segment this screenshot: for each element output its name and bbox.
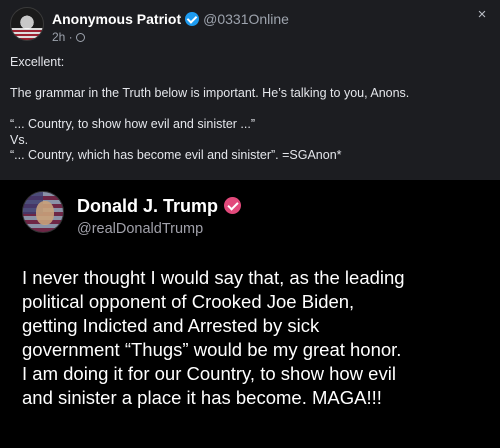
post-line: Vs. (10, 132, 29, 147)
post-header: Anonymous Patriot @0331Online 2h · × (10, 7, 490, 47)
truth-text: I never thought I would say that, as the… (22, 266, 492, 410)
post-line: “... Country, to show how evil and sinis… (10, 117, 256, 131)
truth-line: getting Indicted and Arrested by sick (22, 315, 320, 336)
truth-line: and sinister a place it has become. MAGA… (22, 387, 382, 408)
post-body: Excellent: The grammar in the Truth belo… (10, 55, 490, 164)
embedded-truth-image[interactable]: Donald J. Trump @realDonaldTrump I never… (0, 180, 500, 448)
globe-icon (75, 33, 85, 42)
social-post: Anonymous Patriot @0331Online 2h · × Exce… (0, 0, 500, 448)
truth-line: I never thought I would say that, as the… (22, 267, 405, 288)
truth-line: I am doing it for our Country, to show h… (22, 363, 396, 384)
post-line: “... Country, which has become evil and … (10, 148, 342, 162)
post-line: Excellent: (10, 55, 65, 69)
author-avatar[interactable] (10, 7, 44, 41)
truth-line: government “Thugs” would be my great hon… (22, 339, 402, 360)
verified-badge-icon (224, 197, 242, 214)
post-meta: 2h · (52, 30, 85, 44)
truth-line: political opponent of Crooked Joe Biden, (22, 291, 355, 312)
close-icon[interactable]: × (476, 7, 488, 22)
author-name[interactable]: Anonymous Patriot (52, 11, 181, 27)
truth-author-handle: @realDonaldTrump (77, 221, 204, 237)
post-time[interactable]: 2h · (52, 30, 73, 44)
verified-check-icon (185, 12, 200, 26)
author-name-row[interactable]: Anonymous Patriot @0331Online (52, 11, 289, 27)
truth-author-name-row: Donald J. Trump (77, 196, 242, 217)
author-handle[interactable]: @0331Online (203, 11, 289, 27)
post-line: The grammar in the Truth below is import… (10, 86, 410, 100)
truth-author-name: Donald J. Trump (77, 196, 219, 216)
truth-author-avatar (22, 191, 64, 233)
